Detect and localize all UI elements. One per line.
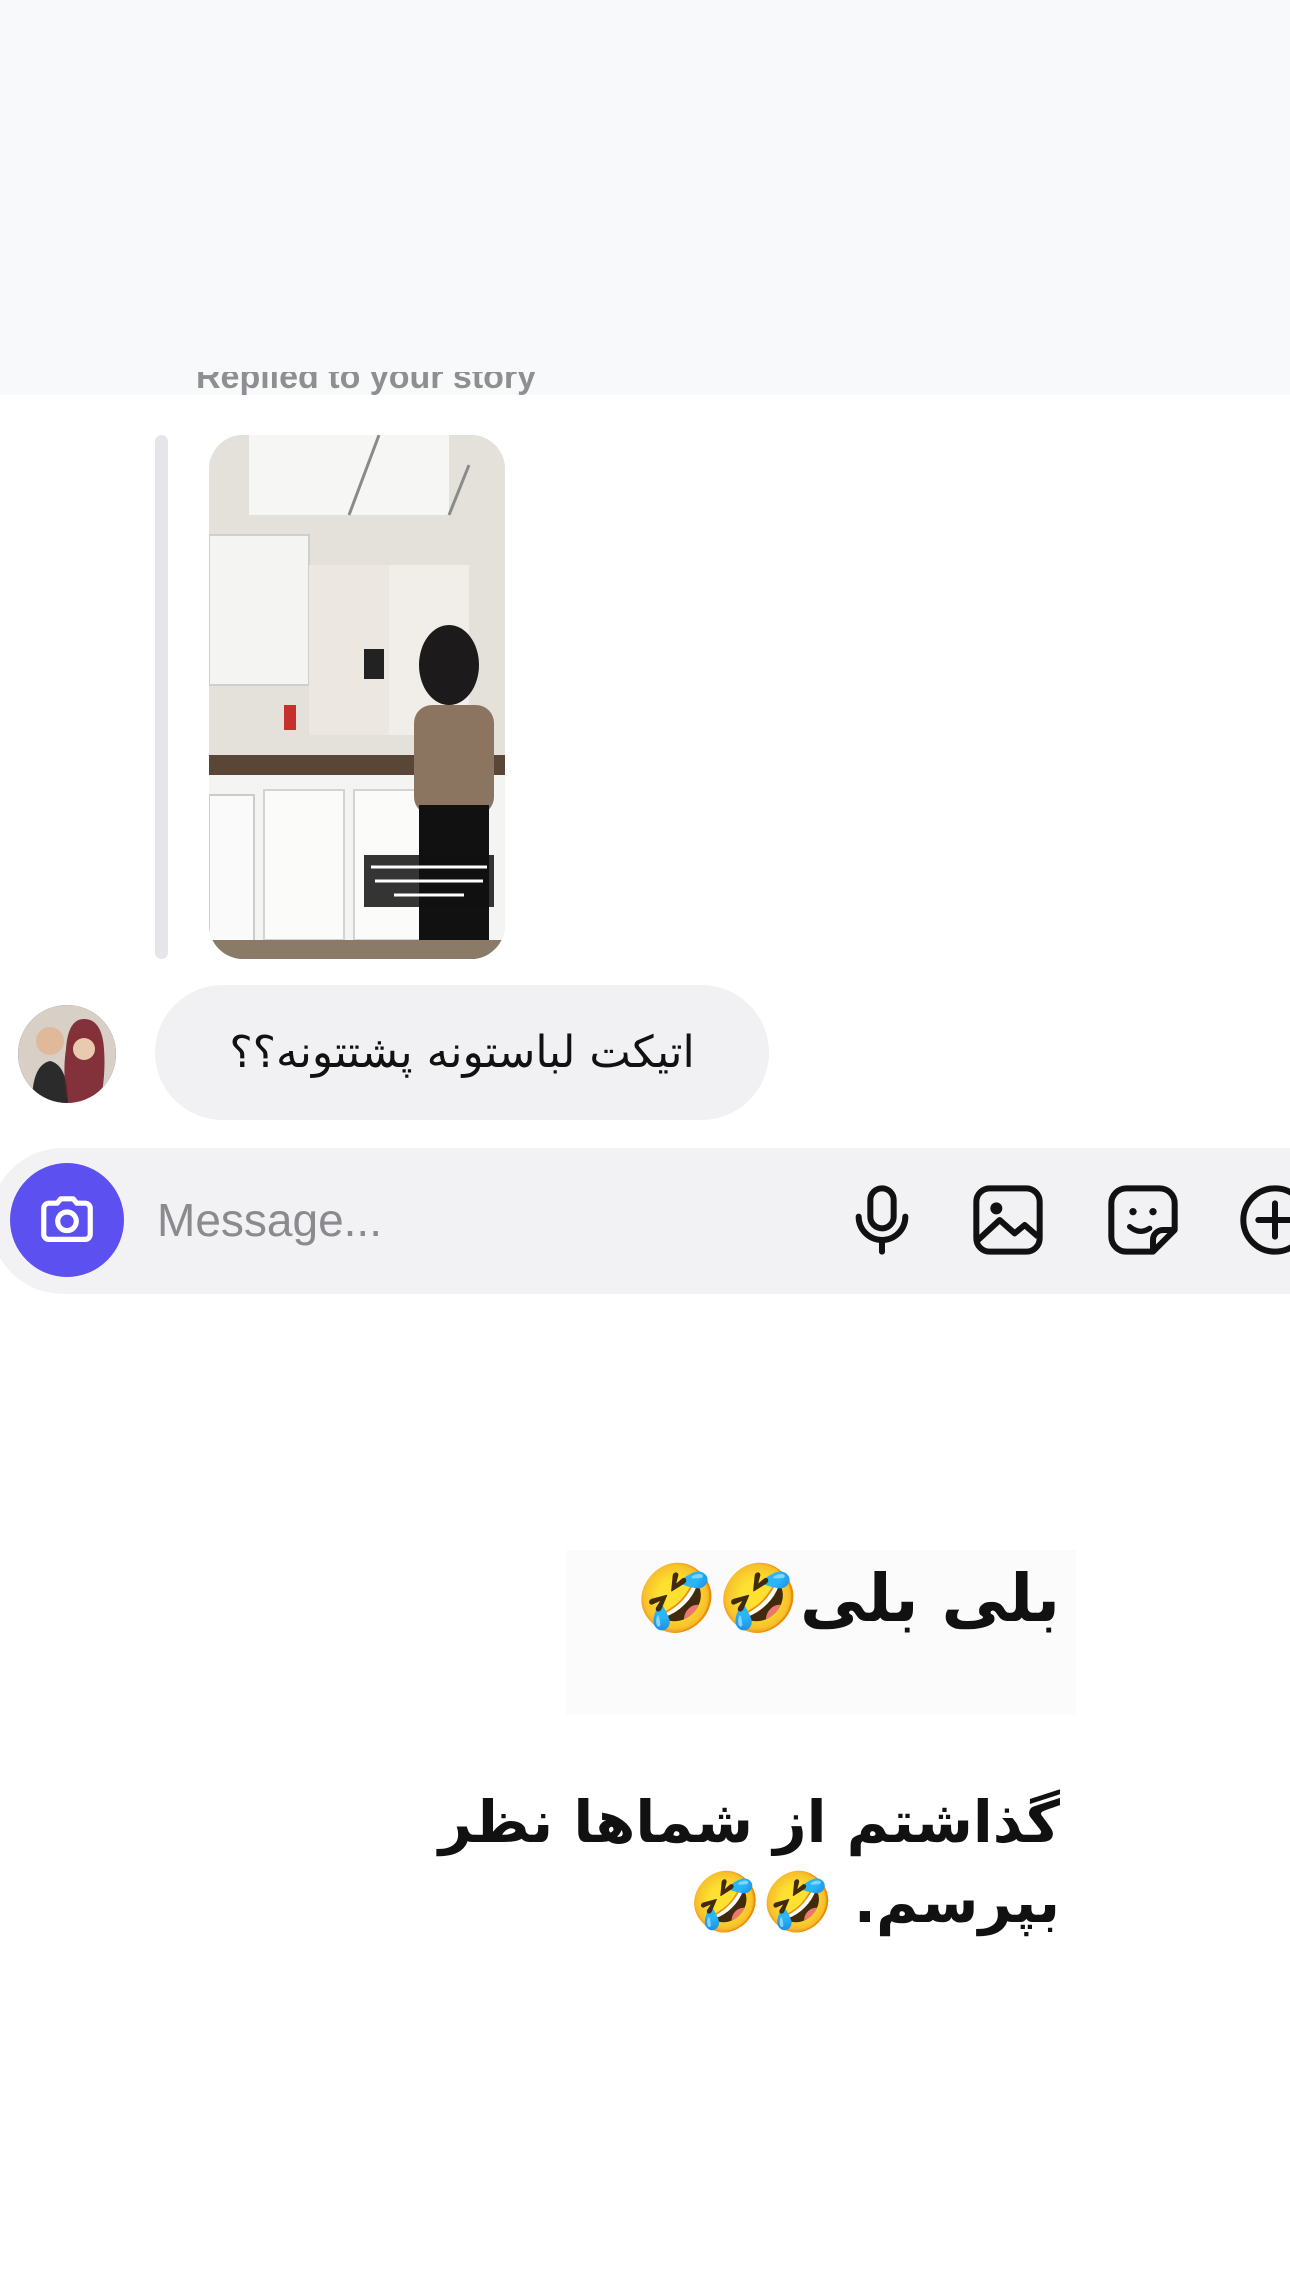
top-blank-area: [0, 0, 1290, 395]
image-icon: [973, 1185, 1043, 1255]
microphone-icon: [855, 1185, 909, 1255]
avatar[interactable]: [18, 1005, 116, 1103]
story-image: [209, 435, 505, 959]
message-input[interactable]: [157, 1185, 657, 1255]
sticker-button[interactable]: [1103, 1180, 1183, 1260]
message-text: اتیکت لباستونه پشتتونه؟؟: [229, 1027, 695, 1078]
avatar-image: [18, 1005, 116, 1103]
overlay-caption-line2: گذاشتم از شماها نظر بپرسم. 🤣🤣: [438, 1788, 1060, 1936]
story-thumbnail[interactable]: [209, 435, 505, 959]
received-message-bubble[interactable]: اتیکت لباستونه پشتتونه؟؟: [155, 985, 769, 1120]
camera-icon: [41, 1196, 93, 1242]
message-row: اتیکت لباستونه پشتتونه؟؟: [0, 985, 1290, 1120]
reply-indicator-bar: [155, 435, 168, 959]
camera-button[interactable]: [10, 1163, 124, 1277]
replied-to-story-label: Replied to your story: [196, 372, 537, 396]
overlay-caption-line1: بلی بلی🤣🤣: [635, 1560, 1060, 1637]
sticker-icon: [1108, 1185, 1178, 1255]
microphone-button[interactable]: [842, 1180, 922, 1260]
gallery-button[interactable]: [968, 1180, 1048, 1260]
plus-icon: [1240, 1185, 1290, 1255]
more-options-button[interactable]: [1235, 1180, 1290, 1260]
